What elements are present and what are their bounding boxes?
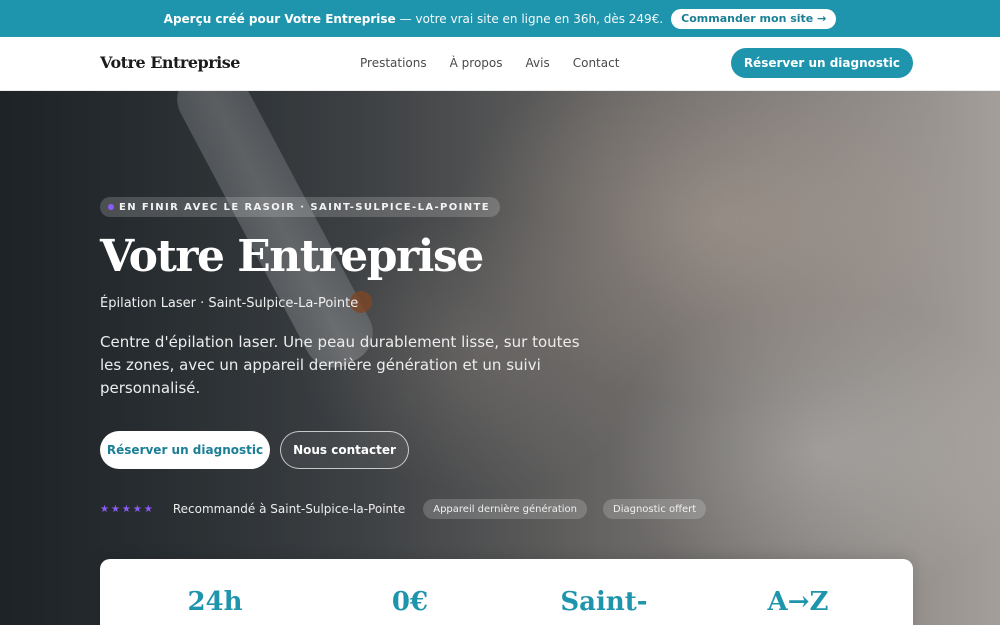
nav-link-contact[interactable]: Contact xyxy=(573,56,620,70)
hero-title: Votre Entreprise xyxy=(100,231,484,282)
hero-badge-text: EN FINIR AVEC LE RASOIR · SAINT-SULPICE-… xyxy=(119,201,490,213)
badge-dot-icon xyxy=(108,204,114,210)
chip-diagnostic: Diagnostic offert xyxy=(603,499,707,519)
nav-link-a-propos[interactable]: À propos xyxy=(450,56,503,70)
chip-device: Appareil dernière génération xyxy=(423,499,587,519)
promo-text: — votre vrai site en ligne en 36h, dès 2… xyxy=(399,11,664,26)
order-site-button[interactable]: Commander mon site → xyxy=(671,8,837,29)
stat-value: Saint- xyxy=(560,587,648,617)
stat-value: 24h xyxy=(187,587,243,617)
trust-row: ★★★★★ Recommandé à Saint-Sulpice-la-Poin… xyxy=(100,499,707,519)
brand-logo[interactable]: Votre Entreprise xyxy=(100,53,240,72)
nav-link-avis[interactable]: Avis xyxy=(526,56,550,70)
hero-badge: EN FINIR AVEC LE RASOIR · SAINT-SULPICE-… xyxy=(100,197,500,217)
hero-section: EN FINIR AVEC LE RASOIR · SAINT-SULPICE-… xyxy=(0,91,1000,625)
stats-card: 24h 0€ Saint- A→Z xyxy=(100,559,913,625)
promo-strong-text: Aperçu créé pour Votre Entreprise xyxy=(163,11,396,26)
hero-description: Centre d'épilation laser. Une peau durab… xyxy=(100,333,580,397)
nav-links: Prestations À propos Avis Contact xyxy=(360,56,619,70)
nav-link-prestations[interactable]: Prestations xyxy=(360,56,427,70)
top-navigation: Votre Entreprise Prestations À propos Av… xyxy=(0,37,1000,91)
trust-text: Recommandé à Saint-Sulpice-la-Pointe xyxy=(172,502,406,516)
hero-subtitle: Épilation Laser · Saint-Sulpice-La-Point… xyxy=(100,296,359,311)
promo-bar: Aperçu créé pour Votre Entreprise — votr… xyxy=(0,0,1000,37)
nav-book-diagnostic-button[interactable]: Réserver un diagnostic xyxy=(730,48,913,78)
contact-us-button[interactable]: Nous contacter xyxy=(280,431,409,469)
stat-value: 0€ xyxy=(391,587,429,617)
stat-value: A→Z xyxy=(767,587,829,617)
star-rating-icon: ★★★★★ xyxy=(100,503,155,515)
book-diagnostic-button[interactable]: Réserver un diagnostic xyxy=(100,431,270,469)
